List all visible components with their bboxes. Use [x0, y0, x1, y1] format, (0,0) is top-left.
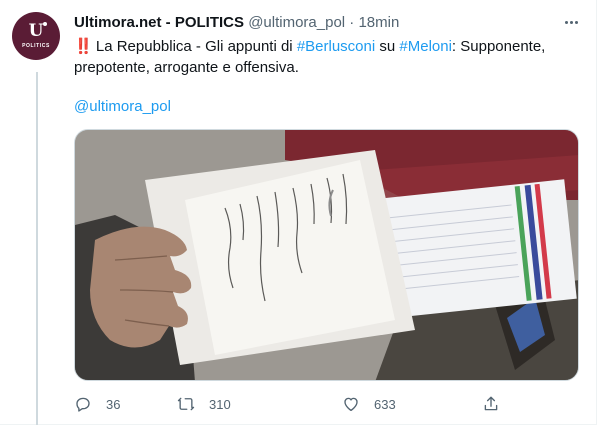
retweet-button[interactable]: 310 — [177, 392, 231, 416]
tweet-actions: 36 310 633 — [74, 392, 579, 416]
tweet-text-mid: su — [375, 38, 400, 55]
thread-connector-line — [36, 72, 38, 425]
more-options-icon[interactable] — [560, 12, 582, 32]
like-count: 633 — [374, 396, 396, 412]
mention-link[interactable]: @ultimora_pol — [74, 98, 171, 115]
avatar-logo-mark: U — [29, 22, 48, 40]
share-button[interactable] — [482, 392, 500, 416]
double-exclamation-emoji: ‼️ — [74, 38, 93, 55]
author-handle[interactable]: @ultimora_pol — [248, 14, 345, 31]
mention-line: @ultimora_pol — [74, 97, 171, 117]
author-name[interactable]: Ultimora.net - POLITICS — [74, 14, 244, 31]
reply-button[interactable]: 36 — [74, 392, 120, 416]
tweet-timestamp[interactable]: 18min — [358, 14, 399, 31]
retweet-icon — [177, 397, 195, 411]
frame-border-right — [596, 0, 597, 425]
hashtag-meloni[interactable]: #Meloni — [399, 38, 452, 55]
reply-icon — [76, 397, 90, 412]
retweet-count: 310 — [209, 396, 231, 412]
reply-count: 36 — [106, 396, 121, 412]
tweet-header: Ultimora.net - POLITICS @ultimora_pol · … — [74, 13, 399, 33]
avatar-logo-text: POLITICS — [22, 43, 50, 49]
share-icon — [484, 396, 498, 411]
tweet-text-source: La Repubblica - Gli appunti di — [91, 38, 297, 55]
like-button[interactable]: 633 — [342, 392, 396, 416]
hashtag-berlusconi[interactable]: #Berlusconi — [297, 38, 375, 55]
header-separator: · — [349, 14, 355, 31]
tweet-text: ‼️ La Repubblica - Gli appunti di #Berlu… — [74, 36, 579, 78]
photo-illustration — [75, 130, 578, 380]
avatar[interactable]: U POLITICS — [12, 12, 60, 60]
tweet-photo[interactable] — [74, 129, 579, 381]
heart-icon — [344, 397, 358, 412]
